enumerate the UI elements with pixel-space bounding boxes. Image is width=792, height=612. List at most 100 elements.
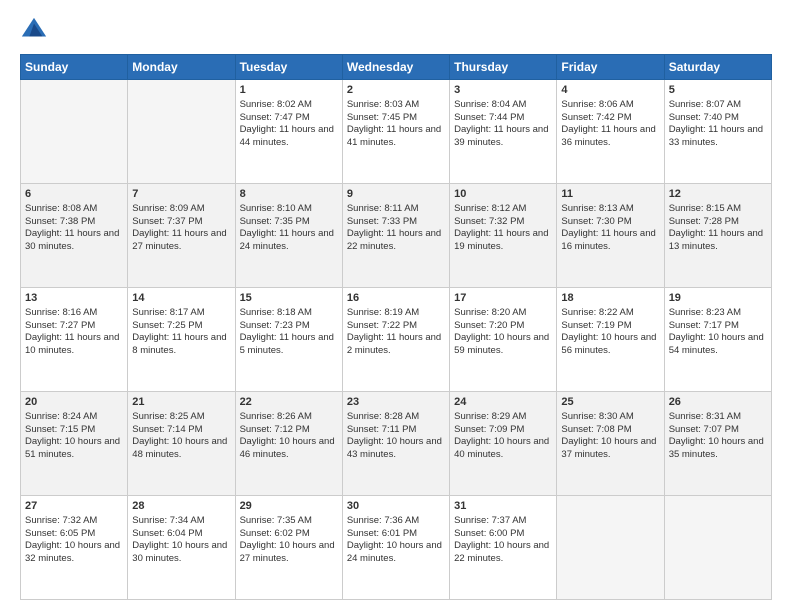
- sunrise-text: Sunrise: 8:23 AM: [669, 307, 741, 318]
- calendar-cell: 5Sunrise: 8:07 AMSunset: 7:40 PMDaylight…: [664, 80, 771, 184]
- weekday-header: Wednesday: [342, 55, 449, 80]
- daylight-text: Daylight: 10 hours and 59 minutes.: [454, 332, 549, 356]
- sunset-text: Sunset: 7:19 PM: [561, 320, 631, 331]
- calendar-cell: 17Sunrise: 8:20 AM Sunset: 7:20 PMDayligh…: [450, 288, 557, 392]
- daylight-text: Daylight: 11 hours and 13 minutes.: [669, 228, 763, 252]
- daylight-text: Daylight: 10 hours and 22 minutes.: [454, 540, 549, 564]
- sunset-text: Sunset: 6:04 PM: [132, 528, 202, 539]
- sunset-text: Sunset: 7:20 PM: [454, 320, 524, 331]
- sunset-text: Sunset: 7:11 PM: [347, 424, 417, 435]
- calendar-cell: 3Sunrise: 8:04 AMSunset: 7:44 PMDaylight…: [450, 80, 557, 184]
- day-number: 14: [132, 291, 230, 306]
- calendar-cell: 25Sunrise: 8:30 AMSunset: 7:08 PMDayligh…: [557, 392, 664, 496]
- calendar-cell: 20Sunrise: 8:24 AMSunset: 7:15 PMDayligh…: [21, 392, 128, 496]
- daylight-text: Daylight: 11 hours and 24 minutes.: [240, 228, 334, 252]
- daylight-text: Daylight: 11 hours and 33 minutes.: [669, 124, 763, 148]
- day-number: 16: [347, 291, 445, 306]
- sunset-text: Sunset: 7:28 PM: [669, 216, 739, 227]
- sunset-text: Sunset: 7:15 PM: [25, 424, 95, 435]
- day-number: 26: [669, 395, 767, 410]
- sunrise-text: Sunrise: 8:15 AM: [669, 203, 741, 214]
- sunrise-text: Sunrise: 8:09 AM: [132, 203, 204, 214]
- day-number: 4: [561, 83, 659, 98]
- sunrise-text: Sunrise: 8:04 AM: [454, 99, 526, 110]
- calendar-cell: 21Sunrise: 8:25 AM Sunset: 7:14 PMDayligh…: [128, 392, 235, 496]
- daylight-text: Daylight: 10 hours and 24 minutes.: [347, 540, 442, 564]
- calendar-cell: 8Sunrise: 8:10 AM Sunset: 7:35 PMDaylight…: [235, 184, 342, 288]
- logo-icon: [20, 16, 48, 44]
- sunset-text: Sunset: 7:25 PM: [132, 320, 202, 331]
- sunrise-text: Sunrise: 8:03 AM: [347, 99, 419, 110]
- daylight-text: Daylight: 10 hours and 32 minutes.: [25, 540, 120, 564]
- sunset-text: Sunset: 7:45 PM: [347, 112, 417, 123]
- day-number: 5: [669, 83, 767, 98]
- day-number: 15: [240, 291, 338, 306]
- sunrise-text: Sunrise: 8:20 AM: [454, 307, 526, 318]
- weekday-header: Saturday: [664, 55, 771, 80]
- sunset-text: Sunset: 7:27 PM: [25, 320, 95, 331]
- daylight-text: Daylight: 10 hours and 48 minutes.: [132, 436, 227, 460]
- calendar-week-row: 6Sunrise: 8:08 AMSunset: 7:38 PMDaylight…: [21, 184, 772, 288]
- sunset-text: Sunset: 7:35 PM: [240, 216, 310, 227]
- sunset-text: Sunset: 7:09 PM: [454, 424, 524, 435]
- sunset-text: Sunset: 6:00 PM: [454, 528, 524, 539]
- calendar-cell: [557, 496, 664, 600]
- calendar-cell: 28Sunrise: 7:34 AMSunset: 6:04 PMDayligh…: [128, 496, 235, 600]
- daylight-text: Daylight: 11 hours and 19 minutes.: [454, 228, 548, 252]
- sunset-text: Sunset: 7:14 PM: [132, 424, 202, 435]
- sunrise-text: Sunrise: 8:08 AM: [25, 203, 97, 214]
- day-number: 11: [561, 187, 659, 202]
- sunset-text: Sunset: 7:07 PM: [669, 424, 739, 435]
- sunrise-text: Sunrise: 8:28 AM: [347, 411, 419, 422]
- calendar-cell: 19Sunrise: 8:23 AMSunset: 7:17 PMDayligh…: [664, 288, 771, 392]
- calendar-cell: 6Sunrise: 8:08 AMSunset: 7:38 PMDaylight…: [21, 184, 128, 288]
- calendar-week-row: 20Sunrise: 8:24 AMSunset: 7:15 PMDayligh…: [21, 392, 772, 496]
- weekday-header: Friday: [557, 55, 664, 80]
- sunset-text: Sunset: 7:08 PM: [561, 424, 631, 435]
- day-number: 1: [240, 83, 338, 98]
- sunrise-text: Sunrise: 8:30 AM: [561, 411, 633, 422]
- day-number: 21: [132, 395, 230, 410]
- day-number: 6: [25, 187, 123, 202]
- sunset-text: Sunset: 7:44 PM: [454, 112, 524, 123]
- daylight-text: Daylight: 10 hours and 30 minutes.: [132, 540, 227, 564]
- calendar-cell: 9Sunrise: 8:11 AMSunset: 7:33 PMDaylight…: [342, 184, 449, 288]
- daylight-text: Daylight: 10 hours and 46 minutes.: [240, 436, 335, 460]
- calendar-cell: 22Sunrise: 8:26 AMSunset: 7:12 PMDayligh…: [235, 392, 342, 496]
- day-number: 8: [240, 187, 338, 202]
- calendar-cell: 12Sunrise: 8:15 AMSunset: 7:28 PMDayligh…: [664, 184, 771, 288]
- sunrise-text: Sunrise: 8:11 AM: [347, 203, 419, 214]
- weekday-header: Tuesday: [235, 55, 342, 80]
- sunrise-text: Sunrise: 8:18 AM: [240, 307, 312, 318]
- daylight-text: Daylight: 11 hours and 36 minutes.: [561, 124, 655, 148]
- day-number: 19: [669, 291, 767, 306]
- calendar-cell: 30Sunrise: 7:36 AMSunset: 6:01 PMDayligh…: [342, 496, 449, 600]
- sunrise-text: Sunrise: 8:25 AM: [132, 411, 204, 422]
- sunrise-text: Sunrise: 8:19 AM: [347, 307, 419, 318]
- sunset-text: Sunset: 7:47 PM: [240, 112, 310, 123]
- daylight-text: Daylight: 11 hours and 44 minutes.: [240, 124, 334, 148]
- calendar-cell: 14Sunrise: 8:17 AMSunset: 7:25 PMDayligh…: [128, 288, 235, 392]
- header: [20, 16, 772, 44]
- sunset-text: Sunset: 6:01 PM: [347, 528, 417, 539]
- calendar-cell: 26Sunrise: 8:31 AMSunset: 7:07 PMDayligh…: [664, 392, 771, 496]
- calendar-week-row: 27Sunrise: 7:32 AMSunset: 6:05 PMDayligh…: [21, 496, 772, 600]
- day-number: 17: [454, 291, 552, 306]
- calendar-table: SundayMondayTuesdayWednesdayThursdayFrid…: [20, 54, 772, 600]
- calendar-week-row: 1Sunrise: 8:02 AMSunset: 7:47 PMDaylight…: [21, 80, 772, 184]
- calendar-cell: [128, 80, 235, 184]
- daylight-text: Daylight: 11 hours and 16 minutes.: [561, 228, 655, 252]
- daylight-text: Daylight: 11 hours and 10 minutes.: [25, 332, 119, 356]
- sunrise-text: Sunrise: 8:10 AM: [240, 203, 312, 214]
- sunset-text: Sunset: 7:12 PM: [240, 424, 310, 435]
- sunset-text: Sunset: 7:17 PM: [669, 320, 739, 331]
- calendar-cell: 13Sunrise: 8:16 AMSunset: 7:27 PMDayligh…: [21, 288, 128, 392]
- sunrise-text: Sunrise: 8:06 AM: [561, 99, 633, 110]
- calendar-cell: 1Sunrise: 8:02 AMSunset: 7:47 PMDaylight…: [235, 80, 342, 184]
- calendar-cell: 7Sunrise: 8:09 AMSunset: 7:37 PMDaylight…: [128, 184, 235, 288]
- day-number: 28: [132, 499, 230, 514]
- calendar-cell: 11Sunrise: 8:13 AMSunset: 7:30 PMDayligh…: [557, 184, 664, 288]
- daylight-text: Daylight: 11 hours and 39 minutes.: [454, 124, 548, 148]
- sunrise-text: Sunrise: 8:16 AM: [25, 307, 97, 318]
- sunrise-text: Sunrise: 7:32 AM: [25, 515, 97, 526]
